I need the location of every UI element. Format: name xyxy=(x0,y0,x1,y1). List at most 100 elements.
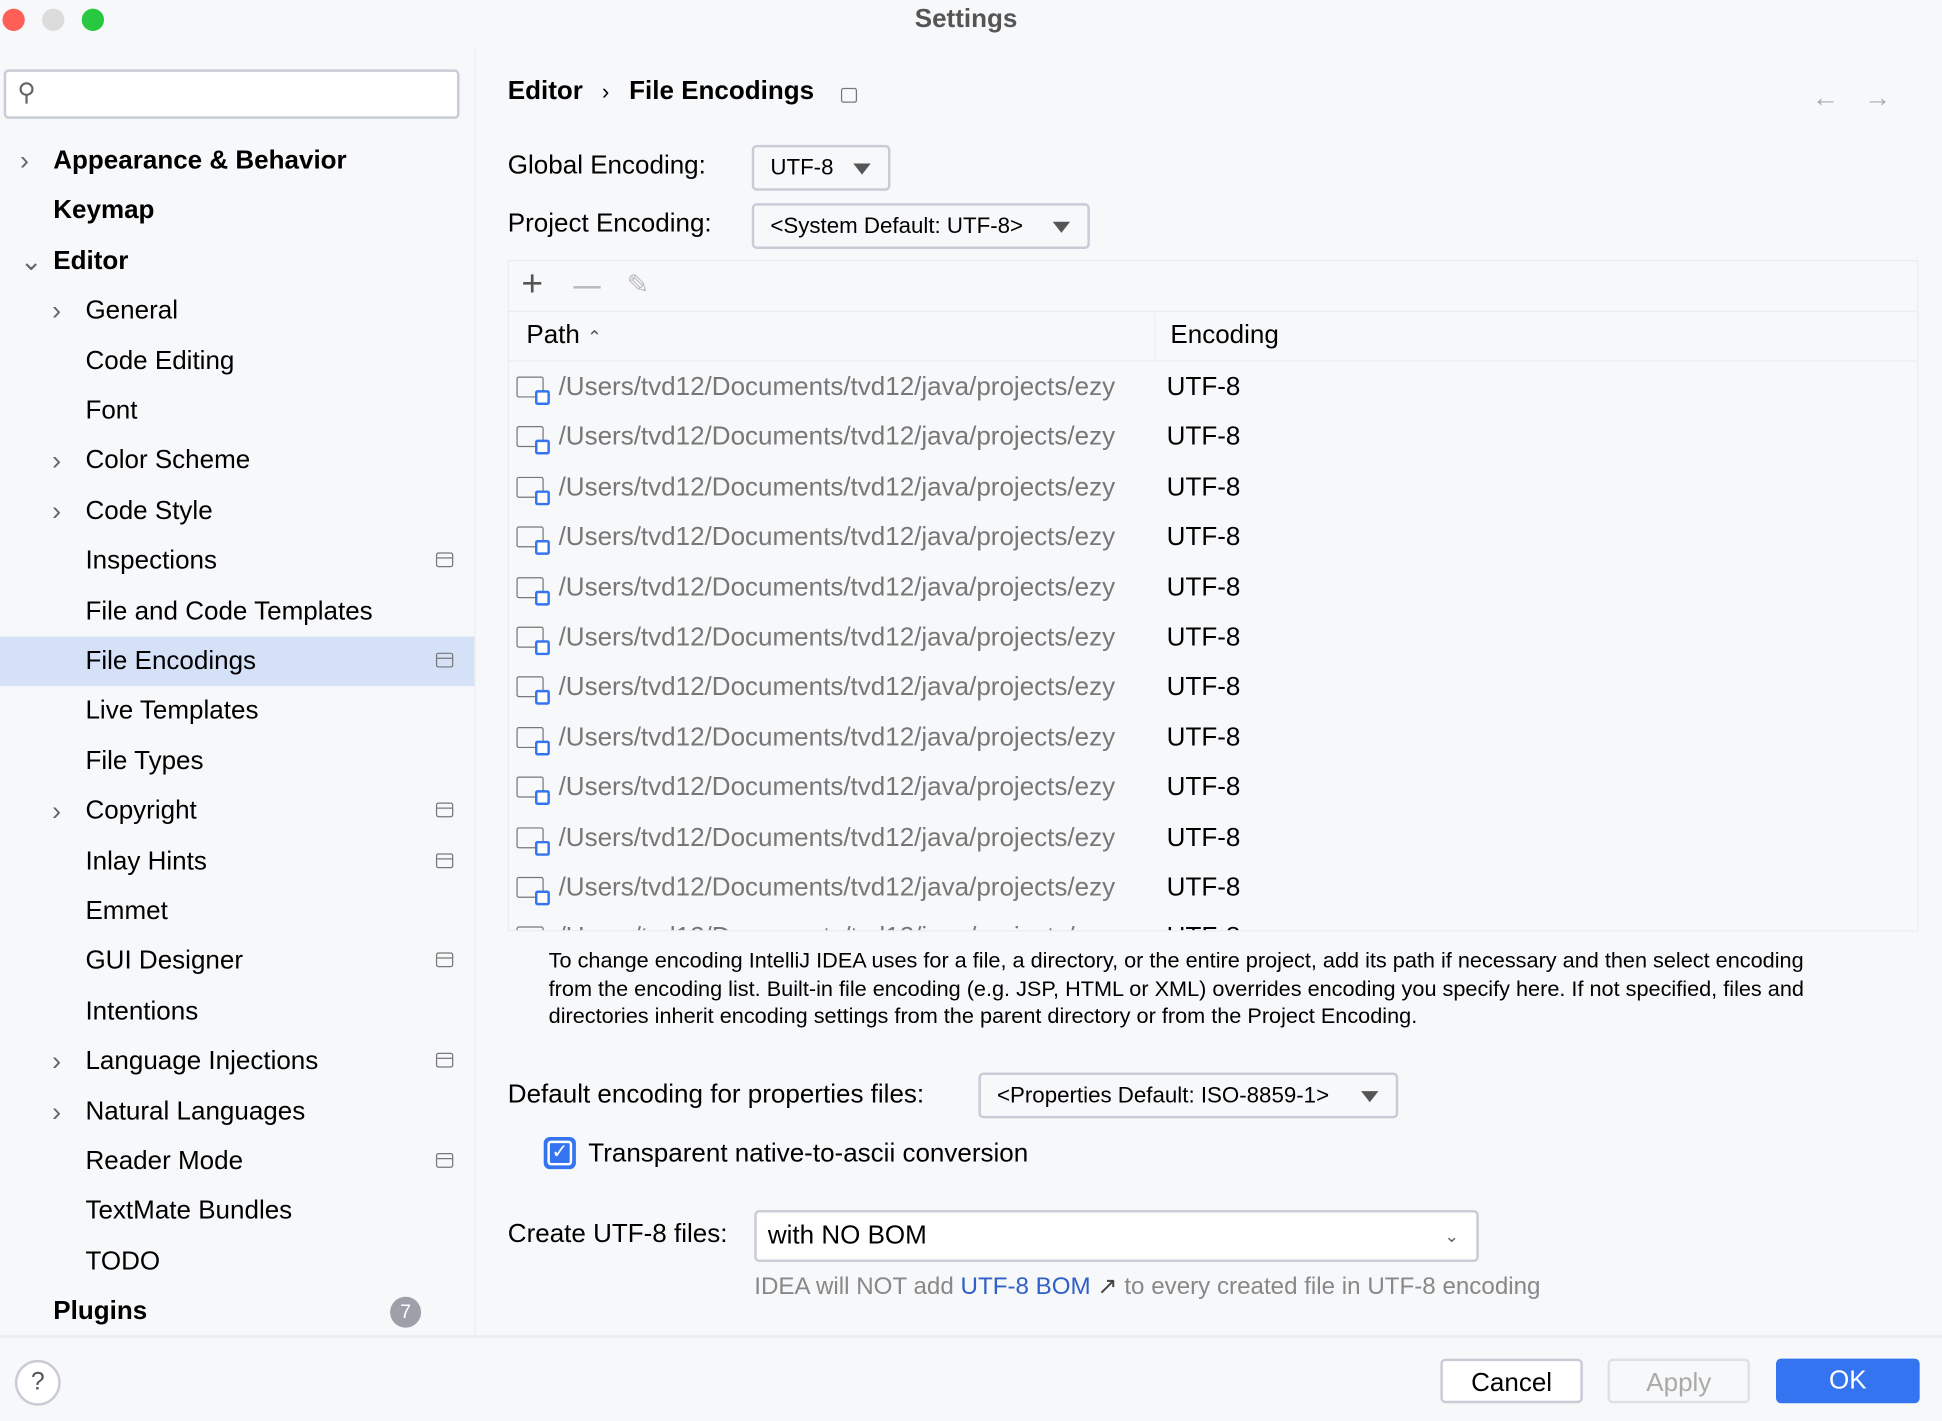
sidebar-item-gui-designer[interactable]: GUI Designer xyxy=(0,937,474,987)
folder-icon xyxy=(516,926,544,931)
sidebar-item-label: Code Style xyxy=(85,496,213,525)
remove-icon[interactable] xyxy=(573,286,601,289)
search-input[interactable]: ⚲ xyxy=(3,69,460,119)
chevron-right-icon[interactable]: › xyxy=(52,486,61,536)
sidebar-item-todo[interactable]: TODO xyxy=(0,1237,474,1287)
sidebar-item-font[interactable]: Font xyxy=(0,386,474,436)
sidebar-item-reader-mode[interactable]: Reader Mode xyxy=(0,1137,474,1187)
hint-text: IDEA will NOT add xyxy=(754,1273,954,1301)
encoding-cell[interactable]: UTF-8 xyxy=(1167,913,1241,930)
cancel-button[interactable]: Cancel xyxy=(1440,1358,1583,1404)
sidebar-item-file-encodings[interactable]: File Encodings xyxy=(0,636,475,687)
folder-icon xyxy=(516,676,550,706)
encoding-cell[interactable]: UTF-8 xyxy=(1167,663,1241,713)
project-scope-icon xyxy=(435,802,454,818)
sidebar-item-label: Emmet xyxy=(85,896,168,926)
chevron-down-icon: ⌄ xyxy=(1444,1226,1459,1246)
sidebar-item-live-templates[interactable]: Live Templates xyxy=(0,687,474,737)
native-ascii-checkbox[interactable]: ✓ xyxy=(543,1136,576,1170)
sidebar-item-inlay-hints[interactable]: Inlay Hints xyxy=(0,837,474,887)
sort-ascending-icon: ⌃ xyxy=(587,326,602,347)
page-title: File Encodings xyxy=(629,76,815,106)
encoding-cell[interactable]: UTF-8 xyxy=(1167,563,1241,613)
sidebar: ⚲ › Appearance & Behavior Keymap ⌄ Editor › Ge… xyxy=(0,49,476,1337)
help-button[interactable]: ? xyxy=(14,1359,61,1406)
path-cell: /Users/tvd12/Documents/tvd12/java/projec… xyxy=(558,622,1116,652)
sidebar-item-label: Intentions xyxy=(85,996,199,1026)
sidebar-item-copyright[interactable]: › Copyright xyxy=(0,787,474,837)
sidebar-item-general[interactable]: › General xyxy=(0,286,474,336)
table-row[interactable]: /Users/tvd12/Documents/tvd12/java/projec… xyxy=(509,563,1917,613)
sidebar-item-file-types[interactable]: File Types xyxy=(0,737,474,787)
sidebar-item-label: File Encodings xyxy=(85,646,257,675)
folder-icon xyxy=(516,826,550,856)
sidebar-item-color-scheme[interactable]: › Color Scheme xyxy=(0,436,474,486)
column-header-path[interactable]: Path ⌃ xyxy=(526,321,601,351)
project-scope-icon xyxy=(435,1153,454,1168)
chevron-right-icon[interactable]: › xyxy=(52,1087,61,1137)
properties-encoding-dropdown[interactable]: <Properties Default: ISO-8859-1> xyxy=(978,1072,1399,1119)
sidebar-item-label: Color Scheme xyxy=(85,446,251,475)
chevron-right-icon[interactable]: › xyxy=(52,436,61,486)
sidebar-item-language-injections[interactable]: › Language Injections xyxy=(0,1037,474,1087)
chevron-right-icon[interactable]: › xyxy=(52,787,61,837)
encoding-cell[interactable]: UTF-8 xyxy=(1167,763,1241,813)
chevron-right-icon[interactable]: › xyxy=(52,1037,61,1087)
encoding-cell[interactable]: UTF-8 xyxy=(1167,813,1241,863)
dropdown-value: UTF-8 xyxy=(770,154,834,180)
column-header-encoding[interactable]: Encoding xyxy=(1170,321,1278,351)
table-row[interactable]: /Users/tvd12/Documents/tvd12/java/projec… xyxy=(509,913,1917,931)
chevron-right-icon[interactable]: › xyxy=(52,286,61,336)
chevron-right-icon[interactable]: › xyxy=(20,136,29,186)
encoding-cell[interactable]: UTF-8 xyxy=(1167,363,1241,413)
table-row[interactable]: /Users/tvd12/Documents/tvd12/java/projec… xyxy=(509,513,1917,563)
sidebar-item-code-style[interactable]: › Code Style xyxy=(0,486,474,536)
encoding-cell[interactable]: UTF-8 xyxy=(1167,863,1241,913)
table-row[interactable]: /Users/tvd12/Documents/tvd12/java/projec… xyxy=(509,813,1917,863)
sidebar-item-intentions[interactable]: Intentions xyxy=(0,987,474,1037)
folder-icon xyxy=(516,426,550,456)
breadcrumb-parent[interactable]: Editor xyxy=(508,77,583,107)
table-row[interactable]: /Users/tvd12/Documents/tvd12/java/projec… xyxy=(509,763,1917,813)
utf8-bom-link[interactable]: UTF-8 BOM xyxy=(961,1273,1091,1300)
encoding-cell[interactable]: UTF-8 xyxy=(1167,513,1241,563)
ok-button[interactable]: OK xyxy=(1776,1358,1920,1404)
sidebar-item-file-and-code-templates[interactable]: File and Code Templates xyxy=(0,587,474,637)
sidebar-item-editor[interactable]: ⌄ Editor xyxy=(0,236,474,286)
sidebar-item-code-editing[interactable]: Code Editing xyxy=(0,336,474,386)
encoding-cell[interactable]: UTF-8 xyxy=(1167,463,1241,513)
table-row[interactable]: /Users/tvd12/Documents/tvd12/java/projec… xyxy=(509,363,1917,413)
sidebar-item-plugins[interactable]: Plugins 7 xyxy=(0,1287,474,1337)
table-row[interactable]: /Users/tvd12/Documents/tvd12/java/projec… xyxy=(509,863,1917,913)
encoding-cell[interactable]: UTF-8 xyxy=(1167,613,1241,663)
sidebar-item-label: Font xyxy=(85,396,138,425)
sidebar-item-textmate-bundles[interactable]: TextMate Bundles xyxy=(0,1187,474,1237)
forward-arrow-icon[interactable]: → xyxy=(1864,82,1891,114)
table-row[interactable]: /Users/tvd12/Documents/tvd12/java/projec… xyxy=(509,713,1917,763)
back-arrow-icon[interactable]: ← xyxy=(1812,82,1839,114)
table-row[interactable]: /Users/tvd12/Documents/tvd12/java/projec… xyxy=(509,613,1917,663)
sidebar-item-emmet[interactable]: Emmet xyxy=(0,887,474,937)
folder-icon xyxy=(516,776,550,806)
encoding-cell[interactable]: UTF-8 xyxy=(1167,413,1241,463)
add-icon[interactable]: + xyxy=(521,264,543,306)
native-ascii-label[interactable]: Transparent native-to-ascii conversion xyxy=(588,1139,1028,1169)
folder-icon xyxy=(516,726,550,756)
create-utf8-dropdown[interactable]: with NO BOM ⌄ xyxy=(754,1210,1479,1263)
table-row[interactable]: /Users/tvd12/Documents/tvd12/java/projec… xyxy=(509,463,1917,513)
table-row[interactable]: /Users/tvd12/Documents/tvd12/java/projec… xyxy=(509,413,1917,463)
project-encoding-dropdown[interactable]: <System Default: UTF-8> xyxy=(751,203,1090,249)
encoding-cell[interactable]: UTF-8 xyxy=(1167,713,1241,763)
sidebar-item-inspections[interactable]: Inspections xyxy=(0,537,474,587)
edit-icon[interactable]: ✎ xyxy=(627,269,650,301)
sidebar-item-appearance-behavior[interactable]: › Appearance & Behavior xyxy=(0,136,474,186)
sidebar-item-natural-languages[interactable]: › Natural Languages xyxy=(0,1087,474,1137)
apply-button[interactable]: Apply xyxy=(1607,1358,1751,1404)
sidebar-item-label: Keymap xyxy=(53,196,155,225)
table-row[interactable]: /Users/tvd12/Documents/tvd12/java/projec… xyxy=(509,663,1917,713)
sidebar-item-label: GUI Designer xyxy=(85,946,244,976)
chevron-down-icon[interactable]: ⌄ xyxy=(20,236,43,286)
global-encoding-dropdown[interactable]: UTF-8 xyxy=(751,144,891,191)
properties-encoding-label: Default encoding for properties files: xyxy=(507,1079,925,1109)
sidebar-item-keymap[interactable]: Keymap xyxy=(0,186,474,236)
